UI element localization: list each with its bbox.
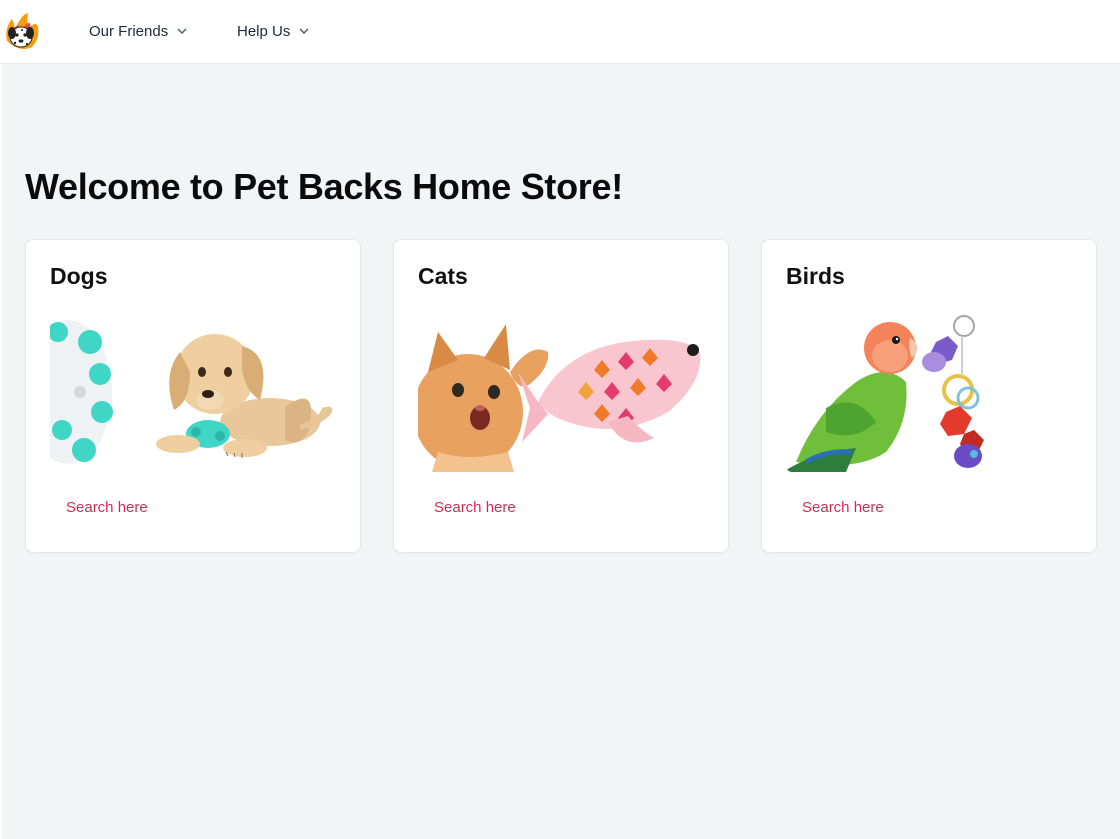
- search-here-link-birds[interactable]: Search here: [802, 499, 884, 516]
- kitten-with-fish-toy-image[interactable]: [418, 312, 704, 472]
- card-title-dogs: Dogs: [50, 263, 108, 289]
- chevron-down-icon: [177, 28, 187, 34]
- puppy-with-toy-image[interactable]: [50, 312, 336, 472]
- dalmatian-logo-icon[interactable]: [2, 11, 40, 51]
- nav-label-our-friends: Our Friends: [89, 22, 169, 40]
- category-card-birds: Birds Search here: [761, 239, 1097, 553]
- card-title-birds: Birds: [786, 263, 845, 289]
- card-title-cats: Cats: [418, 263, 468, 289]
- category-card-cats: Cats Search here: [393, 239, 729, 553]
- lovebird-with-toy-image[interactable]: [786, 312, 1072, 472]
- page-left-edge: [0, 64, 2, 839]
- nav-label-help-us: Help Us: [237, 22, 291, 40]
- nav-menu-our-friends[interactable]: Our Friends: [89, 20, 188, 42]
- nav-menu-help-us[interactable]: Help Us: [237, 20, 310, 42]
- page-title: Welcome to Pet Backs Home Store!: [25, 166, 623, 207]
- search-here-link-dogs[interactable]: Search here: [66, 499, 148, 516]
- chevron-down-icon: [299, 28, 309, 34]
- top-navigation-bar: Our Friends Help Us: [0, 0, 1120, 64]
- search-here-link-cats[interactable]: Search here: [434, 499, 516, 516]
- category-card-dogs: Dogs Search here: [25, 239, 361, 553]
